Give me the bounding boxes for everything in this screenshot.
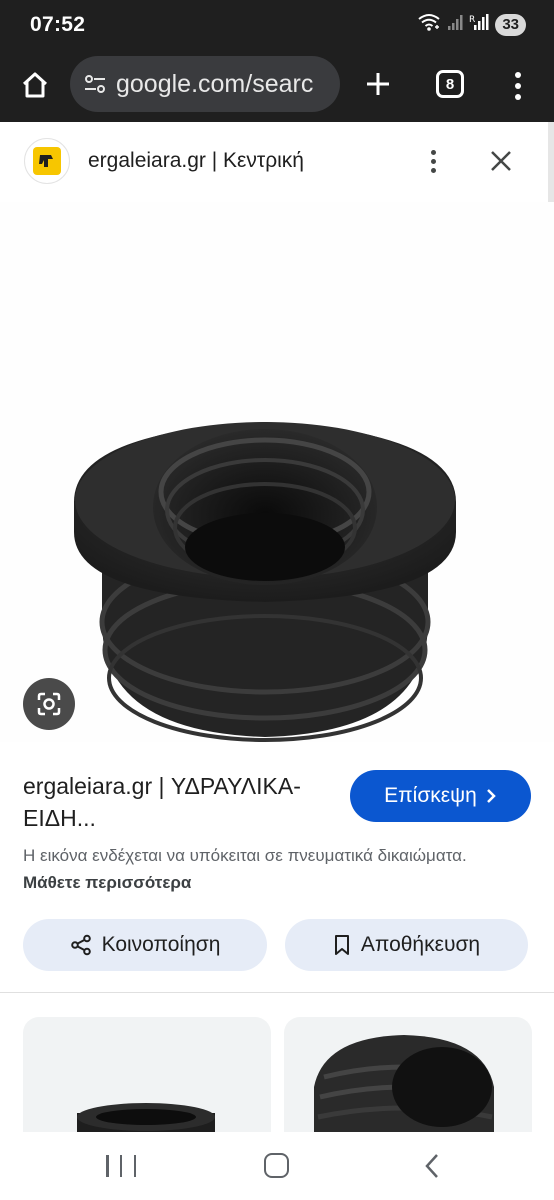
related-image-card[interactable] xyxy=(23,1017,271,1132)
result-title[interactable]: ergaleiara.gr | ΥΔΡΑΥΛΙΚΑ-ΕΙΔΗ... xyxy=(23,770,333,834)
divider xyxy=(0,992,554,993)
visit-button[interactable]: Επίσκεψη xyxy=(350,770,531,822)
home-button[interactable] xyxy=(14,64,56,106)
save-button[interactable]: Αποθήκευση xyxy=(285,919,528,971)
visit-label: Επίσκεψη xyxy=(384,784,477,807)
svg-text:R: R xyxy=(469,15,475,25)
copyright-notice: Η εικόνα ενδέχεται να υπόκειται σε πνευμ… xyxy=(23,842,493,896)
status-icons: R 33 xyxy=(417,12,526,37)
site-header: ergaleiara.gr | Κεντρική xyxy=(0,122,554,202)
learn-more-link[interactable]: Μάθετε περισσότερα xyxy=(23,873,191,892)
lens-icon[interactable] xyxy=(23,678,75,730)
share-label: Κοινοποίηση xyxy=(101,933,221,956)
home-icon xyxy=(22,72,48,98)
favicon[interactable] xyxy=(24,138,70,184)
recents-icon[interactable] xyxy=(106,1152,136,1180)
browser-toolbar: google.com/searc 8 xyxy=(0,50,554,122)
chevron-right-icon xyxy=(486,789,496,803)
copyright-text: Η εικόνα ενδέχεται να υπόκειται σε πνευμ… xyxy=(23,846,467,865)
image-detail-panel: ergaleiara.gr | Κεντρική ergaleiara.gr |… xyxy=(0,122,554,1132)
product-image[interactable] xyxy=(0,202,554,742)
share-button[interactable]: Κοινοποίηση xyxy=(23,919,267,971)
related-image-card[interactable] xyxy=(284,1017,532,1132)
back-icon[interactable] xyxy=(418,1151,446,1181)
wifi-icon xyxy=(417,12,441,37)
more-vert-icon[interactable] xyxy=(424,144,442,178)
menu-icon[interactable] xyxy=(508,64,528,108)
url-text[interactable]: google.com/searc xyxy=(116,70,332,99)
plus-icon xyxy=(367,73,389,95)
signal-r-icon: R xyxy=(469,13,489,36)
close-icon[interactable] xyxy=(486,146,516,176)
home-circle-icon[interactable] xyxy=(264,1153,289,1178)
save-label: Αποθήκευση xyxy=(360,933,481,956)
signal-icon xyxy=(447,13,463,36)
status-time: 07:52 xyxy=(30,13,86,36)
address-bar[interactable]: google.com/searc xyxy=(70,56,340,112)
tab-switcher-button[interactable]: 8 xyxy=(436,70,464,98)
bookmark-icon xyxy=(334,935,349,955)
site-name[interactable]: ergaleiara.gr | Κεντρική xyxy=(88,149,304,173)
status-bar: 07:52 R 33 xyxy=(0,0,554,50)
share-icon xyxy=(70,934,91,956)
system-nav-bar xyxy=(0,1132,554,1200)
new-tab-button[interactable] xyxy=(360,62,396,106)
battery-icon: 33 xyxy=(495,13,526,36)
site-settings-icon[interactable] xyxy=(82,71,108,97)
